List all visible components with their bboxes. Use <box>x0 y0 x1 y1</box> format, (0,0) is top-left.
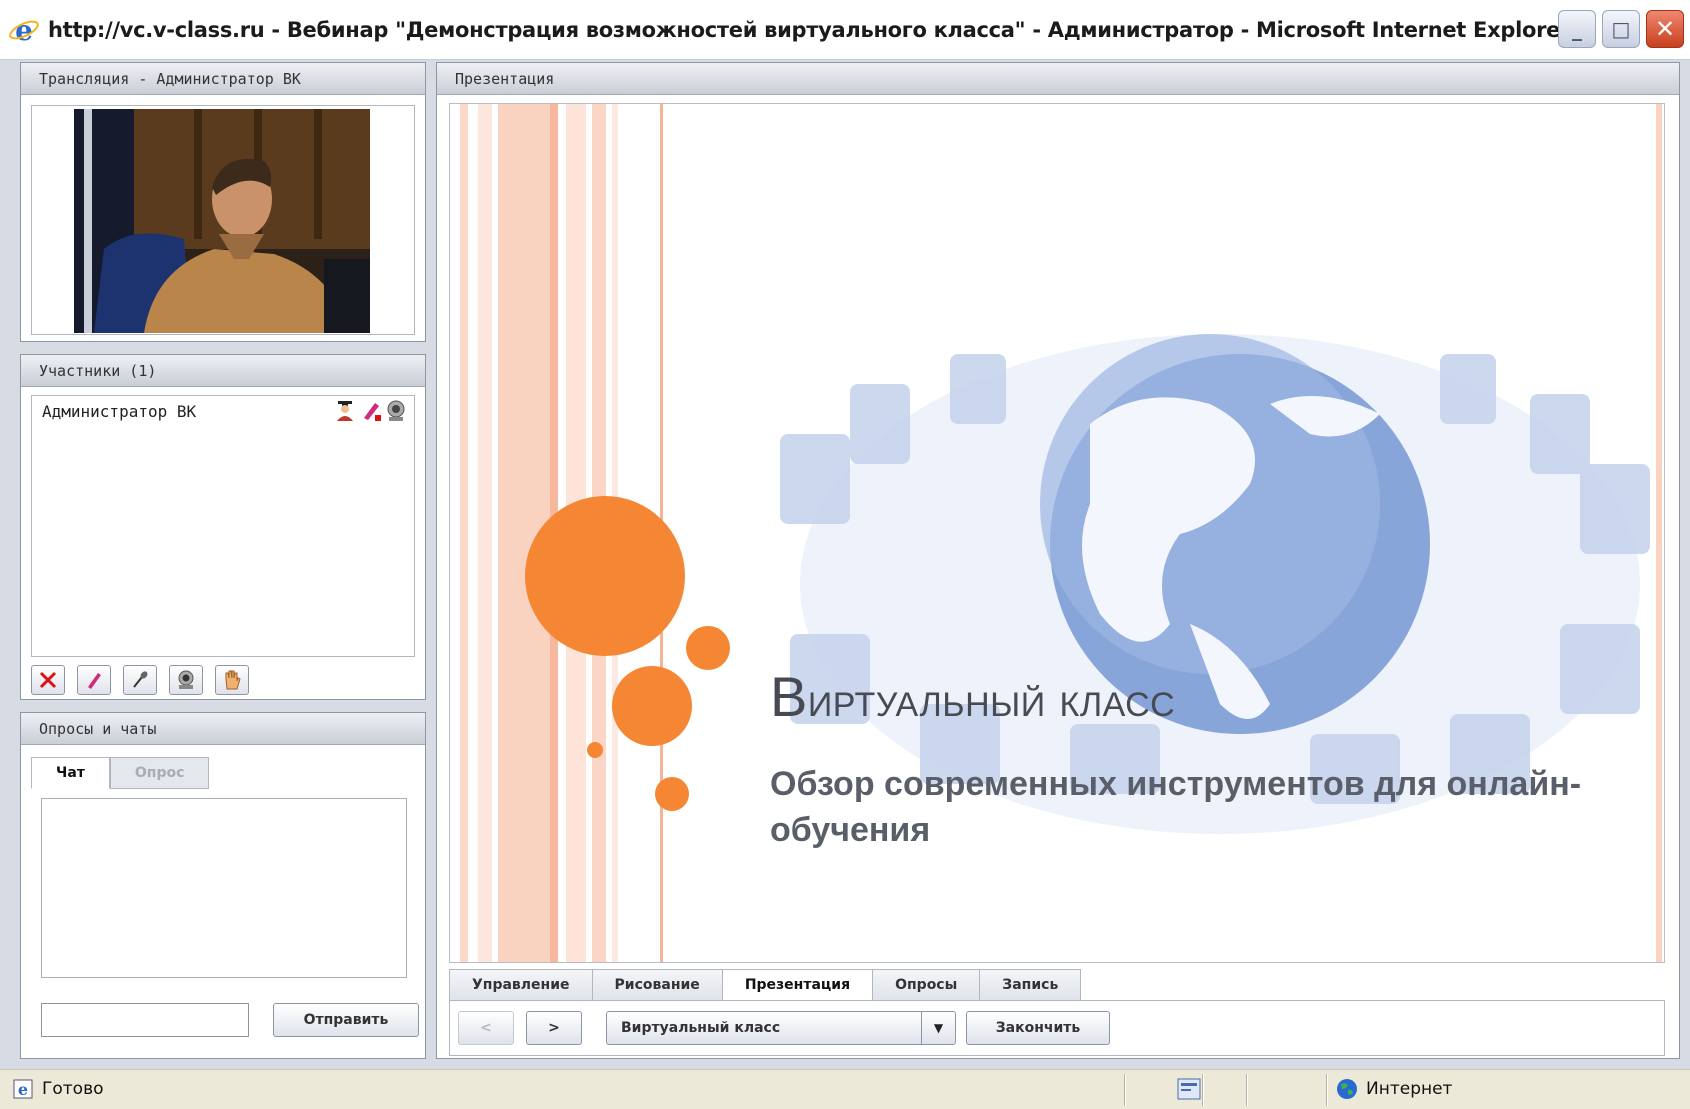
participant-row[interactable]: Администратор ВК <box>32 396 414 426</box>
page-info-icon[interactable] <box>1176 1077 1202 1101</box>
tab-recording[interactable]: Запись <box>979 969 1082 1001</box>
presentation-tabs: Управление Рисование Презентация Опросы … <box>449 969 1082 1001</box>
draw-permission-button[interactable] <box>77 665 111 695</box>
next-slide-button[interactable]: > <box>526 1011 582 1045</box>
participants-header: Участники (1) <box>21 355 425 387</box>
finish-button[interactable]: Закончить <box>966 1011 1110 1045</box>
tab-polls[interactable]: Опросы <box>872 969 981 1001</box>
video-frame <box>31 105 415 335</box>
security-zone: Интернет <box>1336 1078 1452 1100</box>
chat-messages-area[interactable] <box>41 798 407 978</box>
webcam-status-icon <box>387 400 405 421</box>
chevron-down-icon[interactable]: ▼ <box>921 1012 955 1044</box>
remove-icon <box>39 671 57 689</box>
pen-icon <box>364 403 381 421</box>
teacher-icon <box>337 401 353 421</box>
tab-presentation[interactable]: Презентация <box>721 969 874 1001</box>
broadcast-panel: Трансляция - Администратор ВК <box>20 62 426 342</box>
presentation-select-value: Виртуальный класс <box>621 1020 781 1036</box>
globe-icon <box>1337 1079 1357 1099</box>
internet-explorer-icon: e <box>9 14 39 46</box>
microphone-icon <box>133 671 148 688</box>
presentation-panel: Презентация Виртуальный класс Обзор совр… <box>436 62 1680 1059</box>
broadcast-header: Трансляция - Администратор ВК <box>21 63 425 95</box>
status-separator <box>1124 1074 1126 1106</box>
status-separator <box>1202 1074 1204 1106</box>
window-title: http://vc.v-class.ru - Вебинар "Демонстр… <box>48 17 1571 42</box>
slide-title-rest: иртуальный класс <box>807 674 1176 727</box>
raise-hand-icon <box>225 670 241 690</box>
tab-poll[interactable]: Опрос <box>109 757 210 789</box>
slide-title: Виртуальный класс <box>770 664 1175 729</box>
status-separator <box>1326 1074 1328 1106</box>
participants-list: Администратор ВК <box>31 395 415 657</box>
presentation-header: Презентация <box>437 63 1679 95</box>
svg-text:e: e <box>18 1080 28 1099</box>
tab-drawing[interactable]: Рисование <box>591 969 723 1001</box>
close-icon: ✕ <box>1654 15 1676 43</box>
status-ready: e Готово <box>12 1078 104 1100</box>
maximize-button[interactable]: □ <box>1602 10 1640 48</box>
tab-control[interactable]: Управление <box>449 969 593 1001</box>
virtual-class-app: Трансляция - Администратор ВК Участники … <box>8 60 1682 1065</box>
tab-chat[interactable]: Чат <box>31 757 110 789</box>
slide-title-first-letter: В <box>770 665 808 728</box>
webcam-button[interactable] <box>169 665 203 695</box>
presentation-slide: Виртуальный класс Обзор современных инст… <box>449 103 1665 963</box>
zone-text: Интернет <box>1366 1079 1453 1099</box>
draw-permission-icon <box>88 673 101 689</box>
participants-panel: Участники (1) Администратор ВК <box>20 354 426 700</box>
close-window-button[interactable]: ✕ <box>1646 10 1684 48</box>
polls-chats-panel: Опросы и чаты Чат Опрос Отправить <box>20 712 426 1059</box>
webcam-video <box>74 109 370 333</box>
status-bar: e Готово Интернет <box>0 1069 1690 1109</box>
minimize-icon: _ <box>1572 17 1582 41</box>
send-button[interactable]: Отправить <box>273 1003 419 1037</box>
polls-chats-header: Опросы и чаты <box>21 713 425 745</box>
status-text: Готово <box>42 1079 104 1099</box>
page-icon: e <box>13 1079 33 1099</box>
minimize-button[interactable]: _ <box>1558 10 1596 48</box>
chat-tabs: Чат Опрос <box>31 757 210 789</box>
slide-subtitle: Обзор современных инструментов для онлай… <box>770 765 1582 849</box>
window-titlebar: e http://vc.v-class.ru - Вебинар "Демонс… <box>0 0 1690 60</box>
remove-participant-button[interactable] <box>31 665 65 695</box>
webcam-icon <box>178 670 194 689</box>
chat-message-input[interactable] <box>41 1003 249 1037</box>
microphone-button[interactable] <box>123 665 157 695</box>
participant-name: Администратор ВК <box>42 402 197 421</box>
raise-hand-button[interactable] <box>215 665 249 695</box>
svg-text:e: e <box>15 14 33 46</box>
maximize-icon: □ <box>1611 17 1631 41</box>
participant-tools <box>31 665 249 695</box>
presentation-controls: < > Виртуальный класс ▼ Закончить <box>449 1000 1665 1056</box>
status-separator <box>1246 1074 1248 1106</box>
prev-slide-button[interactable]: < <box>458 1011 514 1045</box>
presentation-select[interactable]: Виртуальный класс ▼ <box>606 1011 956 1045</box>
